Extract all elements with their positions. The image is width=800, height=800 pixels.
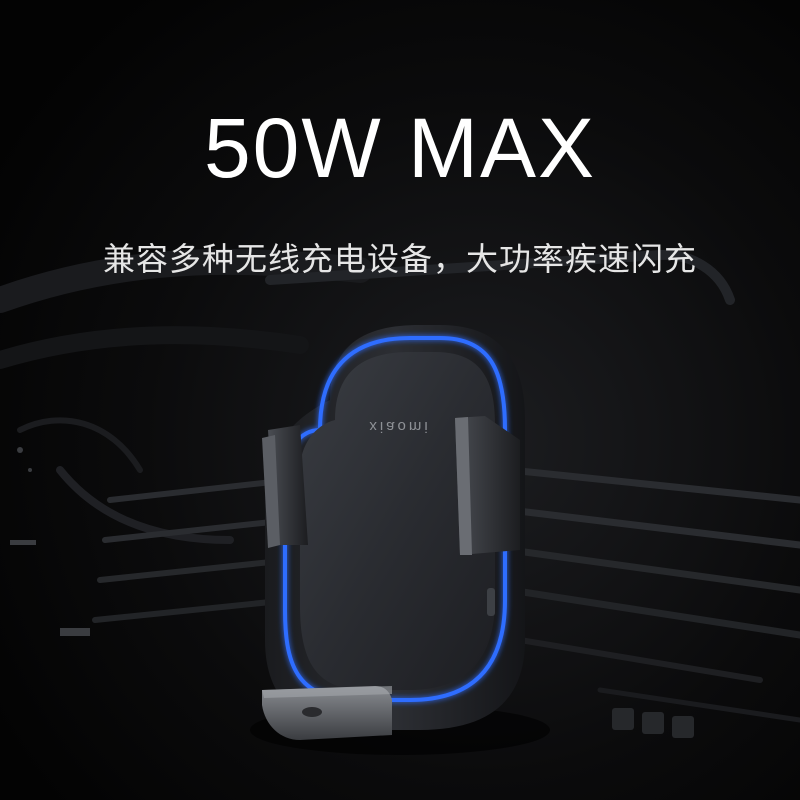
cradle-sensor [302, 707, 322, 717]
brand-mark: xiaomi [369, 418, 430, 435]
headline: 50W MAX [203, 101, 597, 195]
side-button [487, 588, 495, 616]
subheadline: 兼容多种无线充电设备，大功率疾速闪充 [102, 240, 697, 278]
